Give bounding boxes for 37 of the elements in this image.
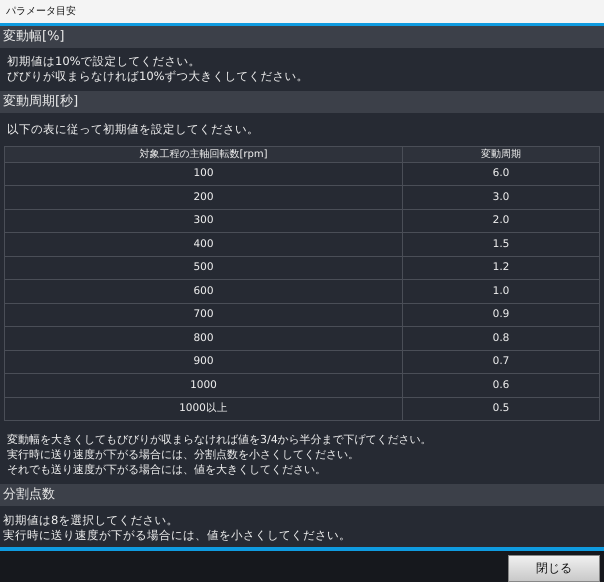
table-cell-text: 2.0 (492, 213, 510, 228)
instruction-text: 初期値は8を選択してください。 (3, 512, 180, 528)
table-cell-text: 0.7 (492, 354, 510, 370)
table-cell-text: 1.0 (492, 284, 510, 299)
table-cell-text: 0.6 (492, 378, 510, 393)
table-cell: 400 (5, 233, 403, 256)
instruction-text: 変動幅を大きくしてもびびりが収まらなければ値を3/4から半分まで下げてください。 (7, 432, 433, 448)
table-cell-text: 3.0 (492, 190, 510, 205)
instruction-text: 以下の表に従って初期値を設定してください。 (7, 120, 259, 138)
table-cell-text: 0.9 (492, 307, 510, 322)
table-cell: 500 (5, 256, 403, 280)
table-cell-text: 1.5 (492, 236, 510, 252)
table-cell: 1000以上 (5, 398, 403, 420)
column-header: 変動周期 (480, 148, 522, 162)
table-cell-text: 0.5 (492, 401, 510, 416)
table-cell: 200 (5, 186, 403, 209)
table-cell: 300 (5, 210, 403, 232)
section-header: 分割点数 (0, 484, 604, 506)
instruction-text: それでも送り速度が下がる場合には、値を大きくしてください。 (7, 462, 327, 478)
table-cell: 800 (5, 327, 403, 350)
window-title: パラメータ目安 (6, 4, 76, 20)
table-cell: 900 (5, 350, 403, 374)
table-cell: 700 (5, 304, 403, 326)
column-header: 対象工程の主軸回転数[rpm] (5, 146, 403, 162)
table-cell: 600 (5, 280, 403, 303)
section-header: 変動周期[秒] (0, 91, 604, 113)
table-cell: 1000 (5, 374, 403, 397)
section-header: 変動幅[%] (0, 26, 604, 48)
instruction-text: びびりが収まらなければ10%ずつ大きくしてください。 (7, 68, 310, 84)
instruction-text: 実行時に送り速度が下がる場合には、分割点数を小さくしてください。 (7, 447, 360, 462)
instruction-text: 初期値は10%で設定してください。 (7, 54, 202, 69)
instruction-text: 実行時に送り速度が下がる場合には、値を小さくしてください。 (3, 528, 352, 543)
table-cell-text: 0.8 (492, 330, 510, 346)
table-cell-text: 6.0 (492, 166, 510, 182)
table-cell: 100 (5, 162, 403, 186)
close-button[interactable]: 閉じる (508, 554, 600, 582)
table-cell-text: 1.2 (492, 260, 510, 276)
